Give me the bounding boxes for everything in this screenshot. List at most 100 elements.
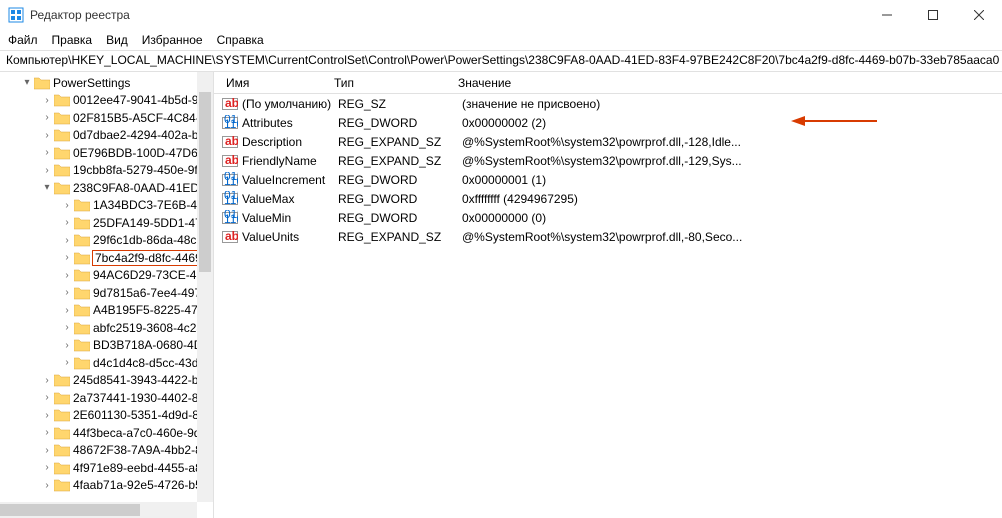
value-row[interactable]: abDescriptionREG_EXPAND_SZ@%SystemRoot%\… [214,132,1002,151]
expand-chevron-icon[interactable]: › [40,130,54,141]
column-header-value[interactable]: Значение [458,76,998,90]
folder-icon [74,286,90,300]
maximize-button[interactable] [910,0,956,30]
close-button[interactable] [956,0,1002,30]
tree-node[interactable]: › 19cbb8fa-5279-450e-9fac [0,162,213,180]
tree-node-label: PowerSettings [53,76,130,90]
svg-text:110: 110 [224,212,238,226]
tree-node-label: 0d7dbae2-4294-402a-ba8 [73,128,212,142]
expand-chevron-icon[interactable]: › [60,235,74,246]
value-name: Description [242,135,338,149]
tree-node-label: 1A34BDC3-7E6B-442E [93,198,213,212]
tree-node-label: 0E796BDB-100D-47D6-A2 [73,146,213,160]
tree-node[interactable]: › 0E796BDB-100D-47D6-A2 [0,144,213,162]
tree-scrollbar-horizontal[interactable] [0,502,197,518]
tree-node[interactable]: › 1A34BDC3-7E6B-442E [0,197,213,215]
expand-chevron-icon[interactable]: › [60,340,74,351]
folder-icon [74,356,90,370]
column-headers: Имя Тип Значение [214,72,1002,94]
string-icon: ab [222,134,238,150]
value-row[interactable]: abValueUnitsREG_EXPAND_SZ@%SystemRoot%\s… [214,227,1002,246]
menu-favorites[interactable]: Избранное [142,33,203,47]
tree-scrollbar-vertical[interactable] [197,72,213,502]
tree-node[interactable]: ›7bc4a2f9-d8fc-4469-b [0,249,213,267]
tree-node[interactable]: ›0012ee47-9041-4b5d-9b7 [0,92,213,110]
expand-chevron-icon[interactable]: › [40,147,54,158]
folder-icon [34,76,50,90]
value-row[interactable]: 011110ValueIncrementREG_DWORD0x00000001 … [214,170,1002,189]
value-data: 0x00000001 (1) [462,173,998,187]
tree-node[interactable]: ›25DFA149-5DD1-4736 [0,214,213,232]
value-type: REG_EXPAND_SZ [338,154,462,168]
tree-node[interactable]: › 02F815B5-A5CF-4C84-BF [0,109,213,127]
value-name: Attributes [242,116,338,130]
expand-chevron-icon[interactable]: › [60,322,74,333]
expand-chevron-icon[interactable]: › [60,287,74,298]
folder-icon [74,321,90,335]
tree-node[interactable]: › 9d7815a6-7ee4-497e- [0,284,213,302]
tree-node[interactable]: ▾238C9FA8-0AAD-41ED-8 [0,179,213,197]
tree-node[interactable]: › 48672F38-7A9A-4bb2-8B [0,442,213,460]
expand-chevron-icon[interactable]: ▾ [40,182,54,193]
tree-node[interactable]: › d4c1d4c8-d5cc-43d3- [0,354,213,372]
expand-chevron-icon[interactable]: › [60,217,74,228]
menu-help[interactable]: Справка [217,33,264,47]
value-type: REG_SZ [338,97,462,111]
tree-node[interactable]: ›29f6c1db-86da-48c5- [0,232,213,250]
menubar: Файл Правка Вид Избранное Справка [0,30,1002,50]
expand-chevron-icon[interactable]: › [40,462,54,473]
expand-chevron-icon[interactable]: ▾ [20,77,34,88]
tree-node-label: 19cbb8fa-5279-450e-9fac [73,163,210,177]
column-header-name[interactable]: Имя [218,76,334,90]
tree-node-label: 9d7815a6-7ee4-497e- [93,286,212,300]
column-header-type[interactable]: Тип [334,76,458,90]
tree-node[interactable]: › 2E601130-5351-4d9d-8E0 [0,407,213,425]
tree-node-label: 02F815B5-A5CF-4C84-BF [73,111,213,125]
value-row[interactable]: 011110ValueMaxREG_DWORD0xffffffff (42949… [214,189,1002,208]
svg-text:ab: ab [225,134,238,148]
expand-chevron-icon[interactable]: › [60,305,74,316]
tree-node[interactable]: ›4faab71a-92e5-4726-b53 [0,477,213,495]
tree-node[interactable]: ›BD3B718A-0680-4D9D [0,337,213,355]
tree-node[interactable]: ›44f3beca-a7c0-460e-9df2 [0,424,213,442]
tree-node-label: d4c1d4c8-d5cc-43d3- [93,356,209,370]
value-type: REG_DWORD [338,173,462,187]
tree-node[interactable]: ›A4B195F5-8225-47D8- [0,302,213,320]
tree-node[interactable]: ›abfc2519-3608-4c2a-9 [0,319,213,337]
tree-node-label: 48672F38-7A9A-4bb2-8B [73,443,210,457]
tree-node[interactable]: ›4f971e89-eebd-4455-a8d [0,459,213,477]
expand-chevron-icon[interactable]: › [40,95,54,106]
expand-chevron-icon[interactable]: › [60,270,74,281]
tree-node[interactable]: ›245d8541-3943-4422-b02 [0,372,213,390]
menu-edit[interactable]: Правка [52,33,93,47]
value-row[interactable]: abFriendlyNameREG_EXPAND_SZ@%SystemRoot%… [214,151,1002,170]
expand-chevron-icon[interactable]: › [60,200,74,211]
value-row[interactable]: 011110ValueMinREG_DWORD0x00000000 (0) [214,208,1002,227]
tree-node[interactable]: ▾ PowerSettings [0,74,213,92]
tree-node-label: 2E601130-5351-4d9d-8E0 [73,408,213,422]
expand-chevron-icon[interactable]: › [60,252,74,263]
expand-chevron-icon[interactable]: › [40,392,54,403]
value-row[interactable]: 011110AttributesREG_DWORD0x00000002 (2) [214,113,1002,132]
expand-chevron-icon[interactable]: › [40,445,54,456]
menu-file[interactable]: Файл [8,33,38,47]
expand-chevron-icon[interactable]: › [40,410,54,421]
expand-chevron-icon[interactable]: › [40,112,54,123]
menu-view[interactable]: Вид [106,33,128,47]
tree-node[interactable]: ›2a737441-1930-4402-8d7 [0,389,213,407]
value-row[interactable]: ab(По умолчанию)REG_SZ(значение не присв… [214,94,1002,113]
expand-chevron-icon[interactable]: › [40,480,54,491]
value-name: ValueUnits [242,230,338,244]
expand-chevron-icon[interactable]: › [40,375,54,386]
value-type: REG_DWORD [338,116,462,130]
value-data: @%SystemRoot%\system32\powrprof.dll,-80,… [462,230,998,244]
value-data: 0x00000002 (2) [462,116,998,130]
tree-node[interactable]: › 0d7dbae2-4294-402a-ba8 [0,127,213,145]
value-data: 0xffffffff (4294967295) [462,192,998,206]
tree-node[interactable]: ›94AC6D29-73CE-41A6 [0,267,213,285]
minimize-button[interactable] [864,0,910,30]
expand-chevron-icon[interactable]: › [60,357,74,368]
expand-chevron-icon[interactable]: › [40,427,54,438]
address-bar[interactable]: Компьютер\HKEY_LOCAL_MACHINE\SYSTEM\Curr… [0,50,1002,72]
expand-chevron-icon[interactable]: › [40,165,54,176]
